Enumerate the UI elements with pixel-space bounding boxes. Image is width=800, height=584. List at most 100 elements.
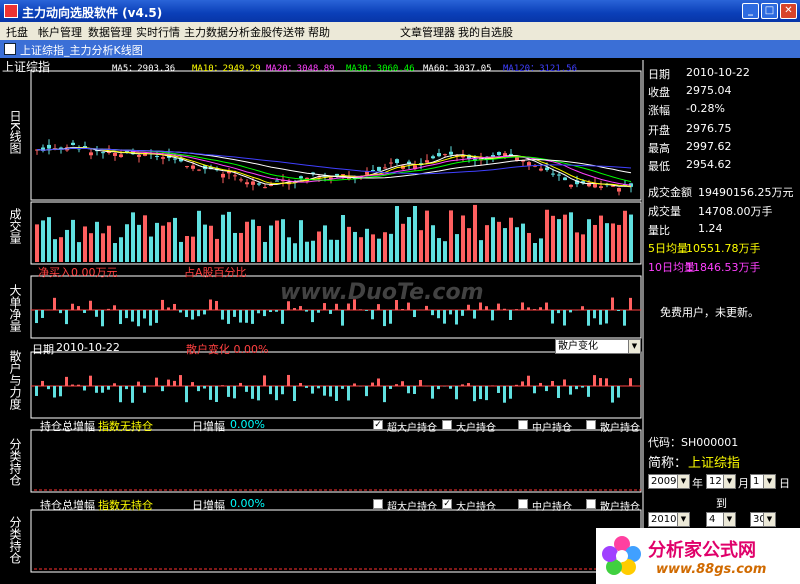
bigorder-bar xyxy=(497,303,500,310)
bigorder-bar xyxy=(623,310,626,326)
to-label: 到 xyxy=(716,497,727,510)
retail-bar xyxy=(461,384,464,386)
candle-body xyxy=(497,152,501,156)
retail-bar xyxy=(185,386,188,403)
retail-bar xyxy=(251,386,254,399)
volume-bar xyxy=(89,233,93,262)
volume-bar xyxy=(131,212,135,262)
retail-bar xyxy=(395,384,398,386)
volume-bar xyxy=(77,242,81,262)
volume-bar xyxy=(299,220,303,262)
bigorder-bar xyxy=(251,310,254,324)
bigorder-bar xyxy=(119,310,122,325)
hold1-check-mid[interactable] xyxy=(518,420,528,430)
bigorder-bar xyxy=(245,310,248,323)
hold2-check-retail[interactable] xyxy=(586,499,596,509)
volume-bar xyxy=(443,241,447,262)
volume-bar xyxy=(623,210,627,262)
flower-logo-icon xyxy=(602,536,641,575)
start-year-value: 2009 xyxy=(651,476,677,487)
retail-bar xyxy=(41,380,44,386)
info-key: 成交量 xyxy=(648,205,681,218)
bigorder-bar xyxy=(413,310,416,318)
bigorder-bar xyxy=(191,310,194,320)
retail-bar xyxy=(575,386,578,390)
bigorder-bar xyxy=(425,305,428,310)
hold2-check-mid[interactable] xyxy=(518,499,528,509)
retail-bar xyxy=(161,386,164,392)
retail-bar xyxy=(245,386,248,392)
retail-bar xyxy=(323,386,326,396)
ma-label: MA60：3037.05 xyxy=(423,64,492,74)
logo-box: 分析家公式网 www.88gs.com xyxy=(596,528,800,584)
retail-bar xyxy=(617,386,620,398)
end-month-select[interactable]: 4 ▼ xyxy=(706,512,736,527)
retail-bar xyxy=(239,382,242,386)
retail-bar xyxy=(113,383,116,386)
bigorder-bar xyxy=(149,310,152,326)
retail-select[interactable]: 散户变化 ▼ xyxy=(555,339,641,354)
bigorder-bar xyxy=(143,310,146,319)
hold2-check-mid-label: 中户持仓 xyxy=(532,502,572,513)
volume-bar xyxy=(503,228,507,262)
hold1-check-super[interactable]: ✓ xyxy=(373,420,383,430)
hold2-check-big[interactable]: ✓ xyxy=(442,499,452,509)
candle-body xyxy=(425,160,429,163)
candle-body xyxy=(257,183,261,185)
volume-bar xyxy=(197,210,201,262)
retail-bar xyxy=(101,386,104,393)
candle-body xyxy=(263,187,267,189)
retail-bar xyxy=(35,386,38,396)
volume-bar xyxy=(143,215,147,262)
hold2-check-super[interactable] xyxy=(373,499,383,509)
volume-bar xyxy=(365,228,369,262)
retail-bar xyxy=(59,386,62,397)
candle-body xyxy=(161,157,165,159)
volume-bar xyxy=(395,206,399,262)
candle-body xyxy=(569,184,573,187)
candle-body xyxy=(113,152,117,156)
volume-bar xyxy=(317,231,321,262)
retail-bar xyxy=(341,386,344,389)
bigorder-bar xyxy=(221,310,224,320)
retail-bar xyxy=(173,380,176,386)
volume-bar xyxy=(449,210,453,262)
bigorder-bar xyxy=(311,310,314,323)
retail-bar xyxy=(143,386,146,393)
candle-body xyxy=(275,180,279,182)
bigorder-bar xyxy=(533,309,536,310)
end-year-select[interactable]: 2010 ▼ xyxy=(648,512,690,527)
info-value: -0.28% xyxy=(686,102,725,115)
bigorder-bar xyxy=(257,310,260,314)
candle-body xyxy=(197,169,201,171)
start-year-select[interactable]: 2009 ▼ xyxy=(648,474,690,489)
volume-bar xyxy=(383,232,387,262)
chart-title: 上证综指 xyxy=(2,60,51,74)
retail-select-value: 散户变化 xyxy=(558,341,598,352)
bigorder-bar xyxy=(371,310,374,320)
bigorder-bar xyxy=(239,310,242,323)
bigorder-bar xyxy=(509,310,512,320)
volume-bar xyxy=(269,225,273,262)
start-month-select[interactable]: 12 ▼ xyxy=(706,474,736,489)
volume-bar xyxy=(311,240,315,262)
retail-bar xyxy=(77,384,80,386)
volume-bar xyxy=(305,241,309,262)
candle-body xyxy=(515,157,519,161)
end-day-select[interactable]: 30 ▼ xyxy=(750,512,776,527)
bigorder-bar xyxy=(389,310,392,324)
bigorder-bar xyxy=(113,305,116,310)
hold1-check-big[interactable] xyxy=(442,420,452,430)
bigorder-bar xyxy=(551,310,554,324)
candle-body xyxy=(137,154,141,157)
stock-name: 上证综指 xyxy=(688,456,741,471)
info-value: 2954.62 xyxy=(686,158,732,171)
retail-bar xyxy=(71,384,74,386)
volume-bar xyxy=(35,224,39,262)
bigorder-bar xyxy=(521,302,524,310)
candle-body xyxy=(269,184,273,186)
retail-bar xyxy=(125,386,128,390)
hold1-check-retail[interactable] xyxy=(586,420,596,430)
retail-bar xyxy=(95,386,98,393)
start-day-select[interactable]: 1 ▼ xyxy=(750,474,776,489)
